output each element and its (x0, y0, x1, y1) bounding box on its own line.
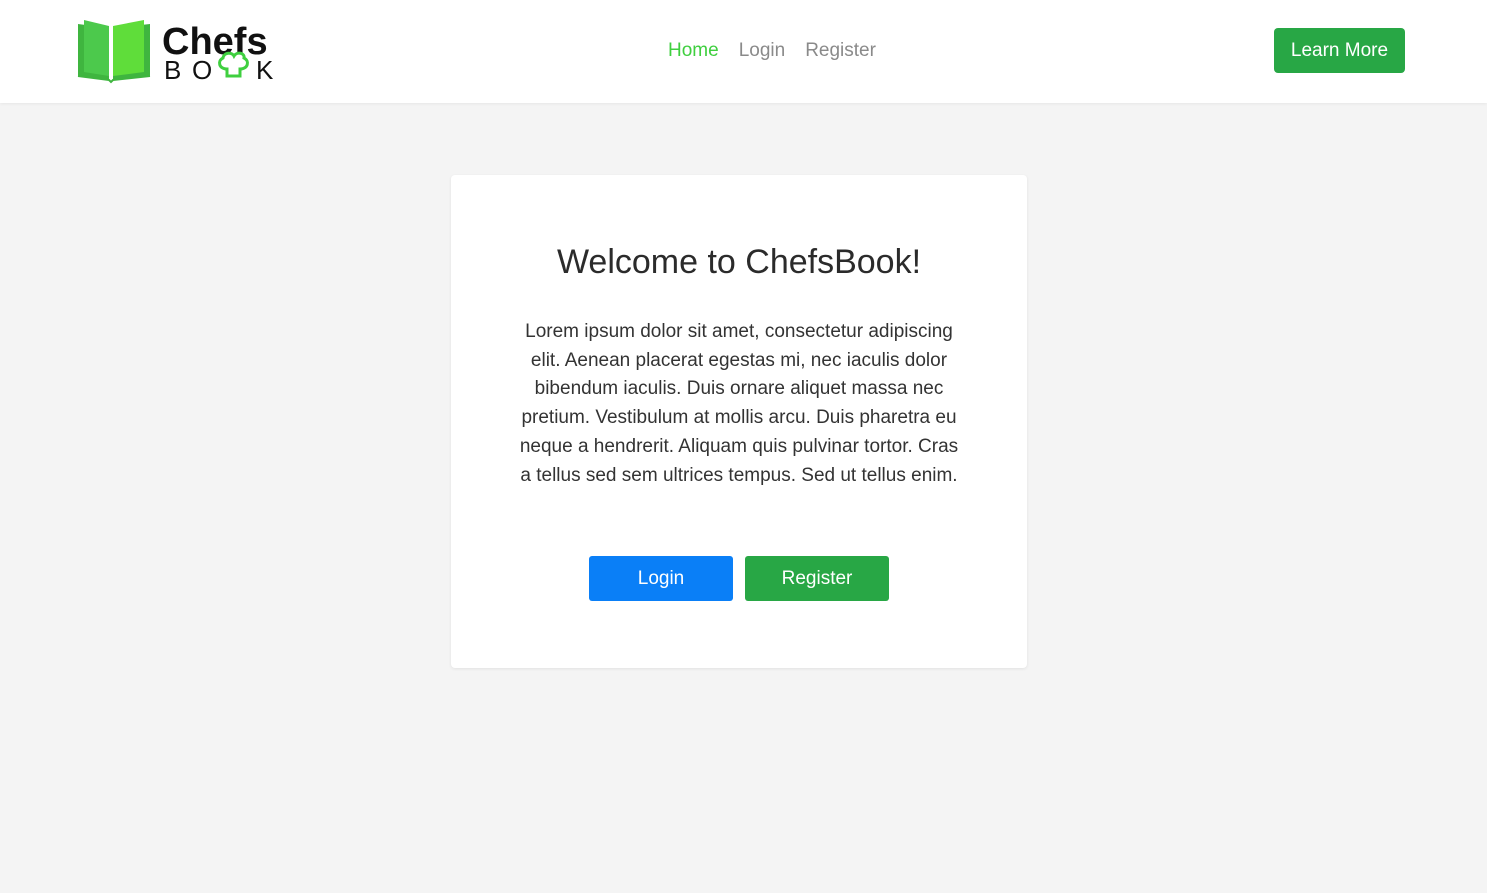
svg-text:K: K (256, 55, 274, 84)
nav-link-login[interactable]: Login (739, 38, 786, 64)
welcome-title: Welcome to ChefsBook! (556, 243, 922, 281)
login-button[interactable]: Login (589, 556, 733, 601)
main-nav: Home Login Register (668, 38, 896, 64)
nav-link-register[interactable]: Register (805, 38, 876, 64)
svg-text:B: B (164, 55, 191, 84)
chef-hat-icon (218, 51, 249, 78)
welcome-description: Lorem ipsum dolor sit amet, consectetur … (519, 321, 959, 486)
svg-text:O: O (192, 55, 212, 84)
brand-logo[interactable]: Chefs B O K (76, 18, 281, 84)
welcome-card: Welcome to ChefsBook! Lorem ipsum dolor … (451, 175, 1027, 668)
learn-more-button[interactable]: Learn More (1274, 28, 1405, 73)
register-button[interactable]: Register (745, 556, 889, 601)
open-book-icon (77, 20, 151, 84)
navbar: Chefs B O K Home Login Register Learn Mo… (0, 0, 1487, 103)
nav-link-home[interactable]: Home (668, 38, 719, 64)
